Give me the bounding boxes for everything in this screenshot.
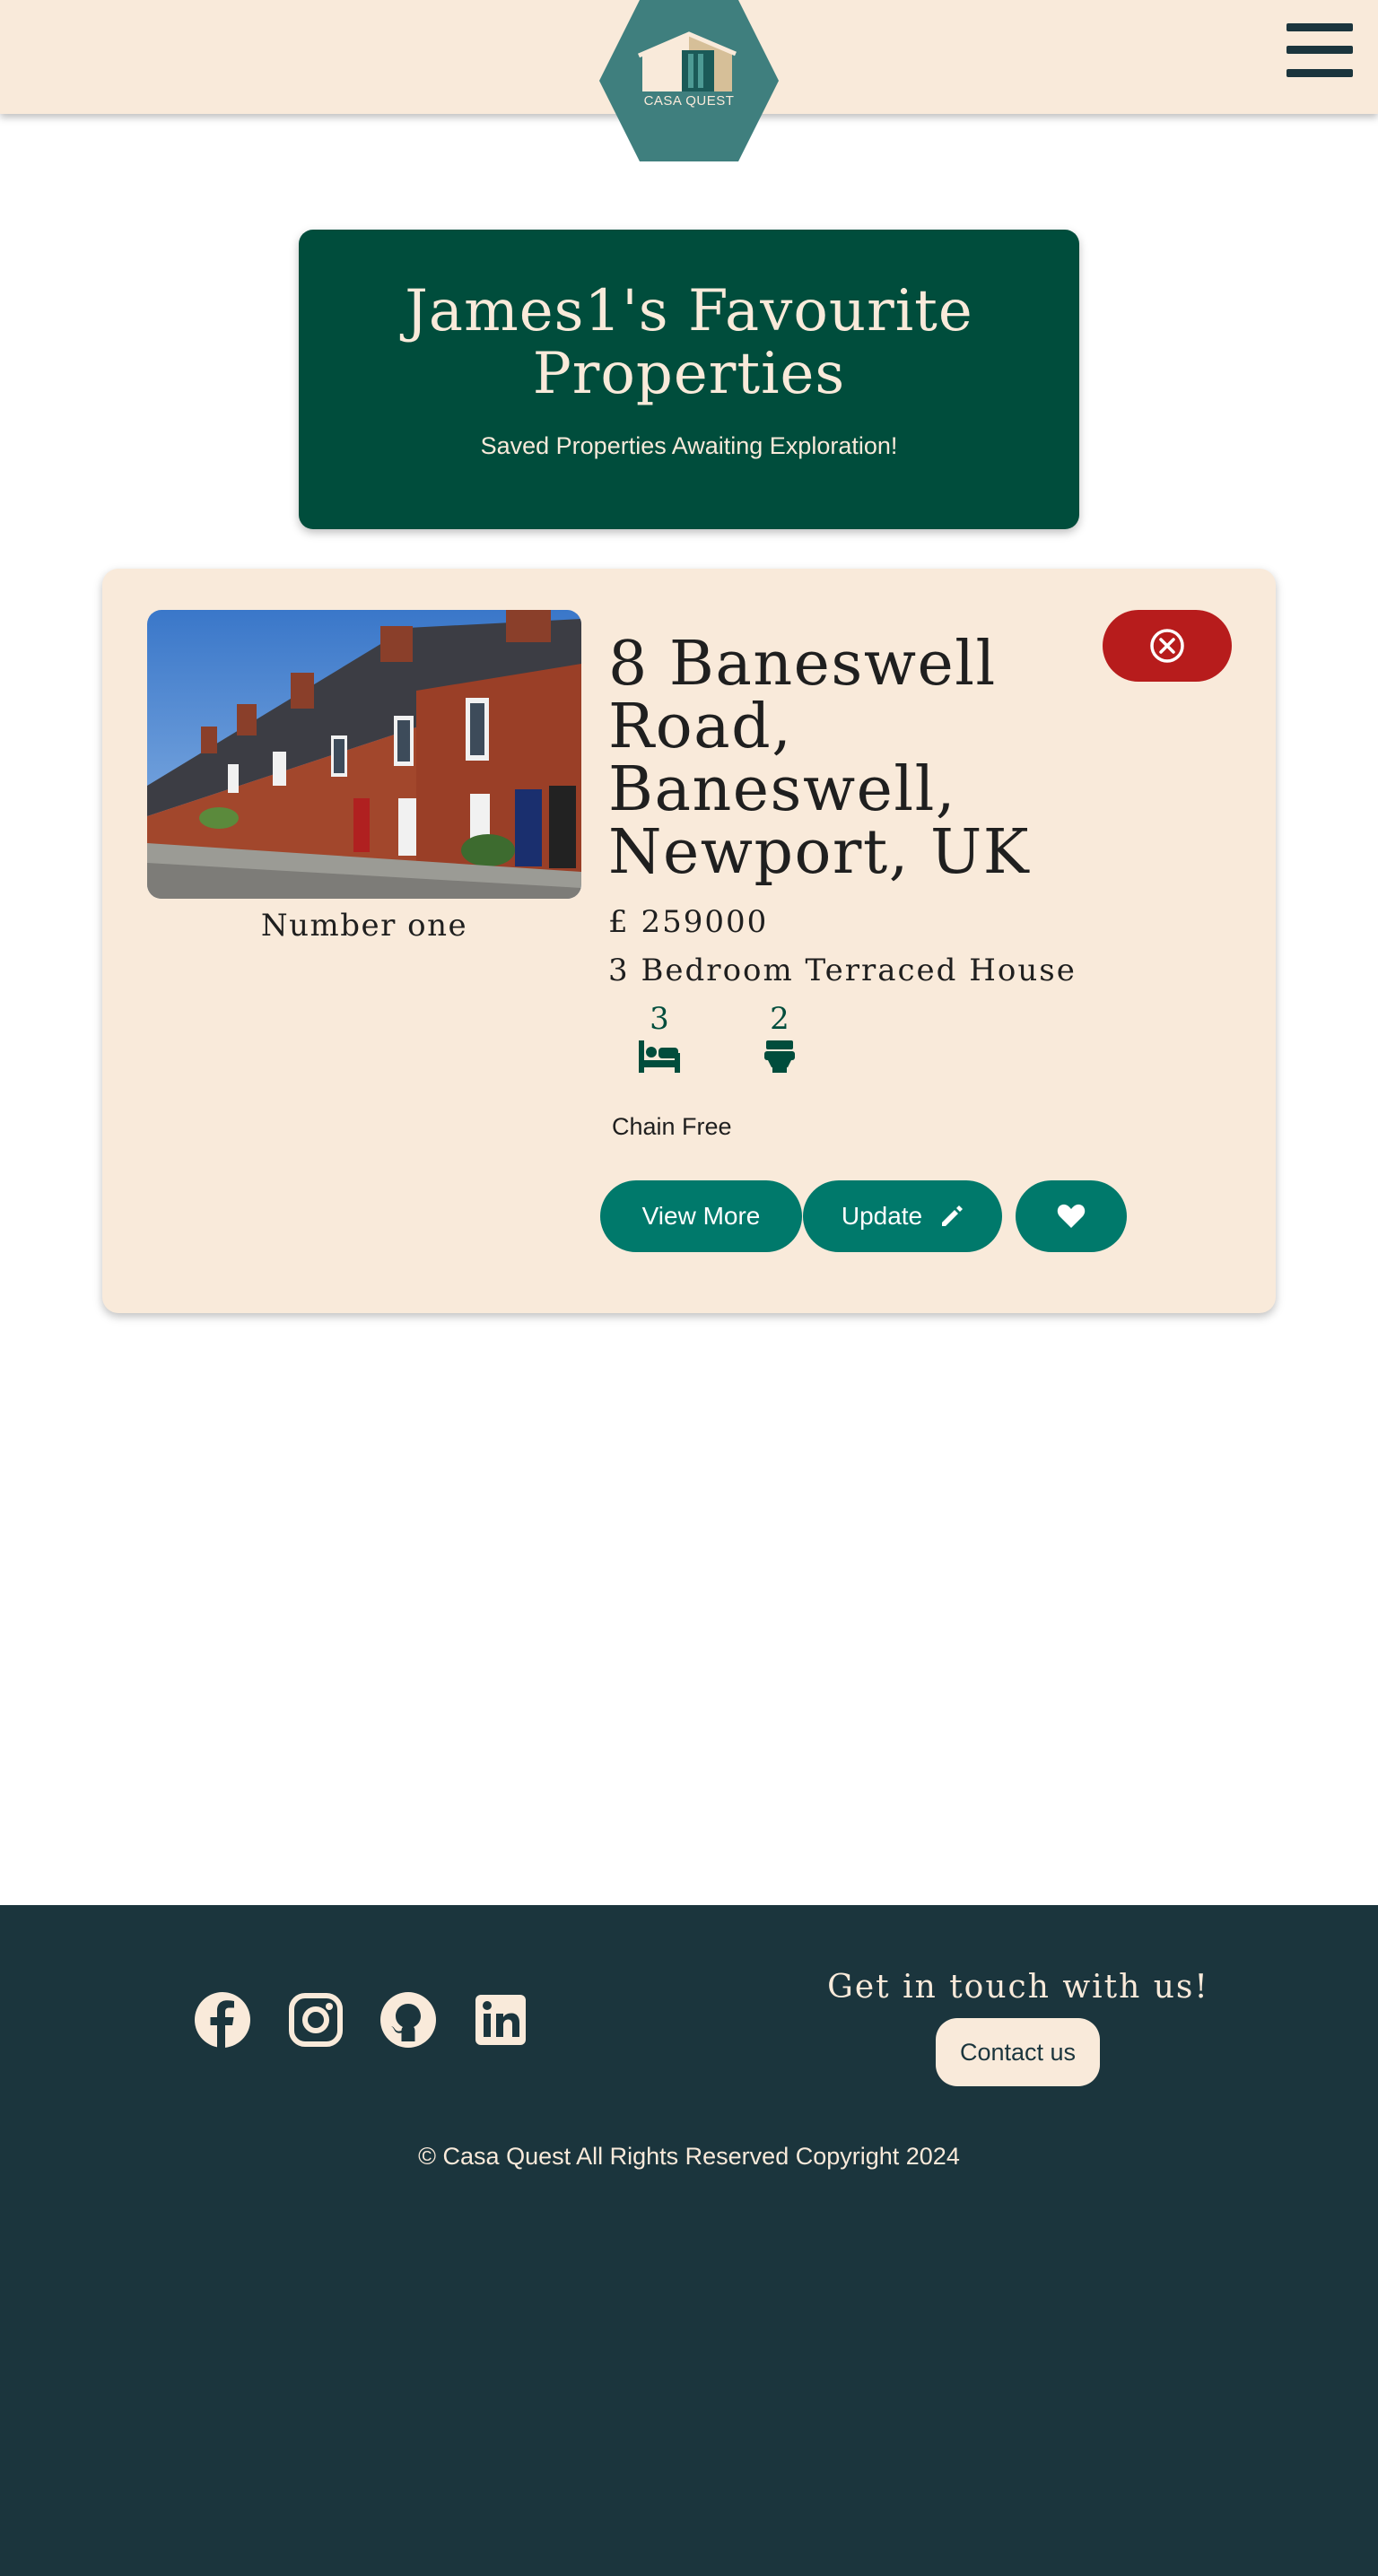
toilet-icon <box>748 1040 811 1077</box>
site-footer: Get in touch with us! Contact us © Casa … <box>0 1905 1378 2576</box>
remove-favourite-button[interactable] <box>1103 610 1232 682</box>
bathroom-number: 2 <box>770 1001 789 1037</box>
site-logo[interactable]: CASA QUEST <box>599 0 779 161</box>
facebook-icon[interactable] <box>194 1991 251 2049</box>
property-photo[interactable] <box>147 610 581 899</box>
close-circle-icon <box>1148 627 1186 665</box>
get-in-touch-heading: Get in touch with us! <box>827 1969 1209 2006</box>
instagram-icon[interactable] <box>287 1991 344 2049</box>
logo-text: CASA QUEST <box>643 93 735 109</box>
hamburger-menu-icon[interactable] <box>1286 23 1353 77</box>
property-price: £ 259000 <box>608 904 769 940</box>
view-more-label: View More <box>641 1202 761 1230</box>
photo-caption: Number one <box>260 908 468 944</box>
bedroom-count: 3 <box>628 1001 691 1077</box>
property-address: 8 Baneswell Road, Baneswell, Newport, UK <box>608 629 1031 888</box>
house-logo-icon <box>599 0 779 161</box>
favourite-button[interactable] <box>1016 1180 1127 1252</box>
contact-us-button[interactable]: Contact us <box>936 2018 1100 2086</box>
favourites-banner: James1's Favourite Properties Saved Prop… <box>299 230 1079 529</box>
view-more-button[interactable]: View More <box>600 1180 802 1252</box>
page-subtitle: Saved Properties Awaiting Exploration! <box>480 432 898 459</box>
pencil-icon <box>940 1205 964 1228</box>
bathroom-count: 2 <box>748 1001 811 1077</box>
github-icon[interactable] <box>379 1991 437 2049</box>
heart-icon <box>1057 1204 1086 1229</box>
update-label: Update <box>841 1202 923 1230</box>
contact-us-label: Contact us <box>959 2038 1077 2066</box>
chain-status: Chain Free <box>612 1113 732 1140</box>
bedroom-number: 3 <box>650 1001 669 1037</box>
property-card: Number one 8 Baneswell Road, Baneswell, … <box>102 569 1276 1313</box>
bed-icon <box>628 1040 691 1077</box>
property-type: 3 Bedroom Terraced House <box>608 953 1077 988</box>
copyright-text: © Casa Quest All Rights Reserved Copyrig… <box>418 2143 960 2170</box>
linkedin-icon[interactable] <box>472 1991 529 2049</box>
update-button[interactable]: Update <box>803 1180 1002 1252</box>
page-title: James1's Favourite Properties <box>405 278 973 407</box>
